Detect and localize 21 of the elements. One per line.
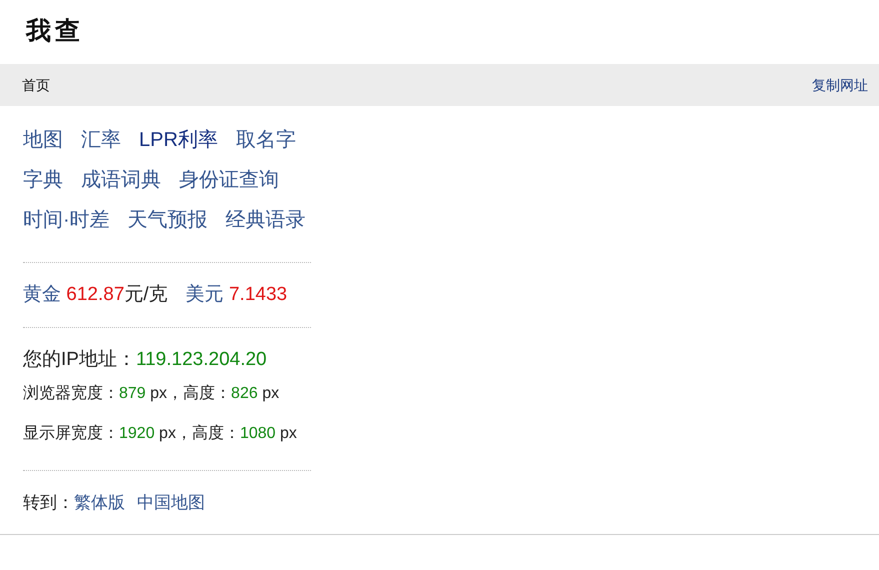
copy-url-link[interactable]: 复制网址 [812,74,868,96]
site-logo[interactable]: 我查 [26,13,84,51]
tool-link[interactable]: LPR利率 [139,125,218,155]
tool-link[interactable]: 成语词典 [81,165,161,195]
goto-link[interactable]: 繁体版 [74,490,125,516]
price-text: 黄金 612.87元/克 [23,282,168,307]
tool-link[interactable]: 经典语录 [226,205,306,235]
tool-link[interactable]: 地图 [23,125,63,155]
tool-link[interactable]: 身份证查询 [179,165,279,195]
price-text: 美元 7.1433 [186,282,288,307]
tool-link[interactable]: 天气预报 [128,205,208,235]
tool-link[interactable]: 时间·时差 [23,205,110,235]
goto-link[interactable]: 中国地图 [137,490,205,516]
tool-link[interactable]: 汇率 [81,125,121,155]
home-link[interactable]: 首页 [22,74,50,96]
info-text: 显示屏宽度：1920 px，高度：1080 px [23,425,297,442]
tool-link[interactable]: 字典 [23,165,63,195]
info-text: 浏览器宽度：879 px，高度：826 px [23,385,280,402]
tool-link[interactable]: 取名字 [236,125,296,155]
goto-label: 转到： [23,492,74,514]
info-text: 您的IP地址：119.123.204.20 [23,349,267,370]
